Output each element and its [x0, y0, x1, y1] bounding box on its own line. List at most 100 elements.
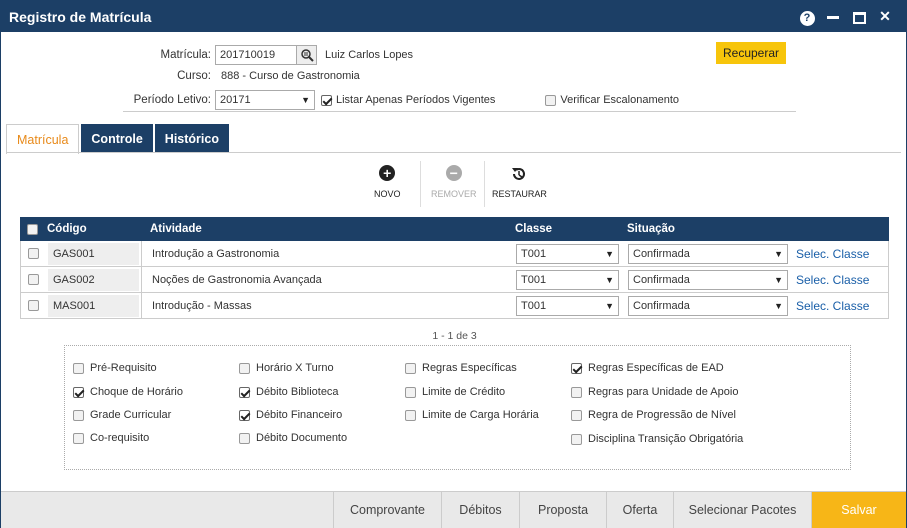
check-label: Disciplina Transição Obrigatória [588, 433, 744, 445]
help-button[interactable]: ? [794, 8, 820, 26]
recuperar-button[interactable]: Recuperar [716, 42, 786, 64]
checkbox-icon [405, 409, 416, 421]
row-checkbox[interactable] [28, 274, 39, 285]
situacao-select[interactable]: Confirmada ▼ [628, 269, 788, 290]
debitos-button[interactable]: Débitos [441, 492, 519, 528]
tab-historico[interactable]: Histórico [154, 124, 229, 153]
situacao-select[interactable]: Confirmada ▼ [628, 295, 788, 316]
matricula-row: Matrícula: 201710019 Luiz Carlos Lopes [1, 45, 413, 65]
check-label: Grade Curricular [90, 409, 172, 421]
selec-classe-link[interactable]: Selec. Classe [792, 273, 888, 287]
checkbox-icon [73, 409, 84, 421]
check-horario-turno[interactable]: Horário X Turno [239, 362, 334, 374]
situacao-value: Confirmada [633, 273, 690, 286]
check-label: Regras Específicas de EAD [588, 362, 724, 374]
check-limite-carga[interactable]: Limite de Carga Horária [405, 409, 539, 421]
title-bar: Registro de Matrícula ? ✕ [1, 1, 906, 32]
check-pre-requisito[interactable]: Pré-Requisito [73, 362, 157, 374]
maximize-icon [852, 11, 866, 24]
check-choque-horario[interactable]: Choque de Horário [73, 386, 183, 398]
select-all-checkbox[interactable] [27, 223, 38, 235]
check-transicao-obrigatoria[interactable]: Disciplina Transição Obrigatória [571, 433, 743, 445]
checkbox-icon [545, 94, 557, 106]
validation-checks-panel: Pré-Requisito Choque de Horário Grade Cu… [64, 345, 851, 470]
check-label: Regras para Unidade de Apoio [588, 386, 739, 398]
comprovante-button[interactable]: Comprovante [333, 492, 441, 528]
checkbox-icon [73, 386, 84, 398]
situacao-select[interactable]: Confirmada ▼ [628, 243, 788, 264]
check-label: Horário X Turno [256, 362, 334, 374]
chevron-down-icon: ▼ [774, 248, 783, 259]
remover-button[interactable]: − REMOVER [431, 165, 477, 199]
novo-button[interactable]: + NOVO [374, 165, 401, 199]
check-co-requisito[interactable]: Co-requisito [73, 432, 149, 444]
help-icon: ? [799, 10, 815, 26]
check-label: Débito Biblioteca [256, 386, 339, 398]
enrollment-window: Registro de Matrícula ? ✕ Matrícula: 201… [0, 0, 907, 528]
periodo-select[interactable]: 20171 ▼ [215, 90, 315, 110]
row-codigo: MAS001 [48, 294, 139, 317]
classe-select[interactable]: T001 ▼ [516, 269, 619, 290]
check-unidade-apoio[interactable]: Regras para Unidade de Apoio [571, 386, 738, 398]
matricula-label: Matrícula: [160, 49, 212, 61]
checkbox-icon [405, 386, 416, 398]
check-progressao-nivel[interactable]: Regra de Progressão de Nível [571, 409, 736, 421]
checkbox-icon [321, 94, 332, 106]
listar-checkbox[interactable]: Listar Apenas Períodos Vigentes [321, 94, 495, 106]
restaurar-label: RESTAURAR [492, 189, 547, 199]
divider [123, 111, 796, 112]
chevron-down-icon: ▼ [774, 300, 783, 311]
selec-classe-link[interactable]: Selec. Classe [792, 299, 888, 313]
verificar-checkbox[interactable]: Verificar Escalonamento [545, 94, 679, 106]
classe-select[interactable]: T001 ▼ [516, 243, 619, 264]
chevron-down-icon: ▼ [605, 300, 614, 311]
restaurar-button[interactable]: RESTAURAR [492, 165, 547, 199]
check-limite-credito[interactable]: Limite de Crédito [405, 386, 505, 398]
periodo-row: Período Letivo: 20171 ▼ Listar Apenas Per… [1, 90, 679, 110]
checkbox-icon [571, 386, 582, 398]
chevron-down-icon: ▼ [301, 95, 310, 105]
listar-label: Listar Apenas Períodos Vigentes [336, 94, 496, 106]
table-row: GAS002 Noções de Gastronomia Avançada T0… [20, 267, 889, 293]
check-debito-biblioteca[interactable]: Débito Biblioteca [239, 386, 339, 398]
row-checkbox[interactable] [28, 248, 39, 259]
row-atividade: Introdução a Gastronomia [141, 241, 512, 266]
minimize-button[interactable] [820, 9, 846, 25]
check-regras-ead[interactable]: Regras Específicas de EAD [571, 362, 724, 374]
proposta-button[interactable]: Proposta [519, 492, 606, 528]
check-grade-curricular[interactable]: Grade Curricular [73, 409, 171, 421]
lookup-button[interactable] [297, 45, 317, 65]
grid-header: Código Atividade Classe Situação [20, 217, 889, 241]
selec-classe-link[interactable]: Selec. Classe [792, 247, 888, 261]
row-checkbox[interactable] [28, 300, 39, 311]
tab-controle[interactable]: Controle [81, 124, 153, 153]
checkbox-icon [571, 362, 582, 374]
curso-label: Curso: [177, 70, 211, 82]
maximize-button[interactable] [846, 9, 872, 25]
pager-text: 1 - 1 de 3 [432, 330, 477, 342]
tab-underline [6, 152, 901, 153]
close-button[interactable]: ✕ [872, 8, 898, 25]
history-icon [512, 168, 526, 180]
check-debito-documento[interactable]: Débito Documento [239, 432, 347, 444]
verificar-label: Verificar Escalonamento [560, 94, 680, 106]
window-title: Registro de Matrícula [9, 8, 152, 25]
checkbox-icon [405, 362, 416, 374]
oferta-button[interactable]: Oferta [606, 492, 673, 528]
check-label: Regra de Progressão de Nível [588, 409, 736, 421]
tab-matricula[interactable]: Matrícula [6, 124, 80, 154]
selecionar-pacotes-button[interactable]: Selecionar Pacotes [673, 492, 811, 528]
header-classe: Classe [515, 223, 553, 235]
classe-select[interactable]: T001 ▼ [516, 295, 619, 316]
activities-grid: Código Atividade Classe Situação GAS001 … [20, 217, 889, 319]
table-row: GAS001 Introdução a Gastronomia T001 ▼ Co… [20, 241, 889, 267]
check-label: Choque de Horário [90, 386, 183, 398]
header-situacao: Situação [627, 223, 675, 235]
salvar-button[interactable]: Salvar [811, 492, 906, 528]
action-divider [484, 161, 485, 207]
header-codigo: Código [47, 223, 87, 235]
check-debito-financeiro[interactable]: Débito Financeiro [239, 409, 342, 421]
check-label: Co-requisito [90, 432, 150, 444]
matricula-input[interactable]: 201710019 [215, 45, 297, 65]
check-regras-especificas[interactable]: Regras Específicas [405, 362, 517, 374]
